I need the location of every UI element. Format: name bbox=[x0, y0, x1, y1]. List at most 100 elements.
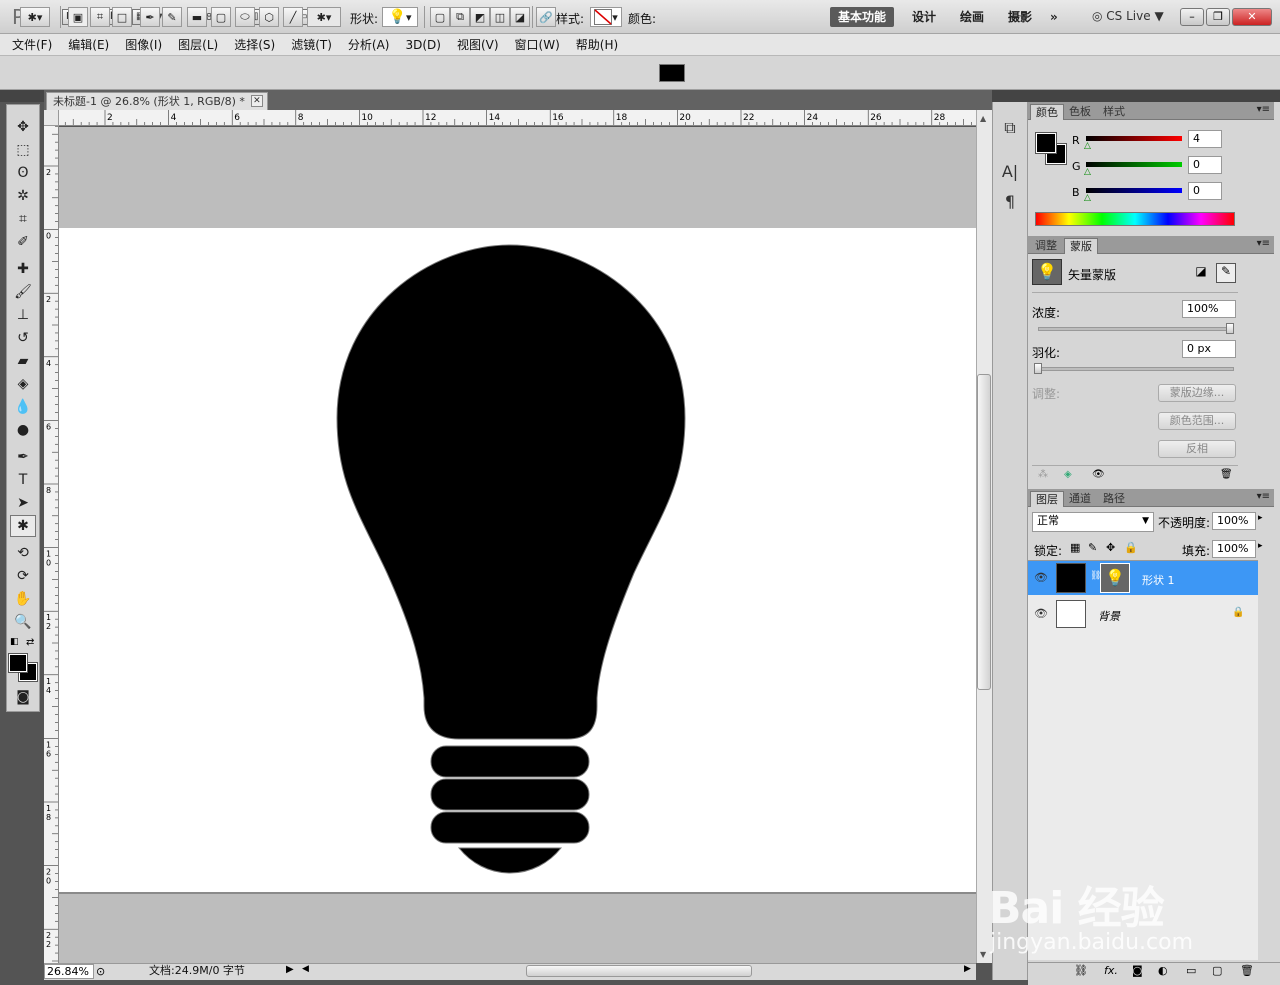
zoom-field[interactable]: 26.84% bbox=[44, 964, 94, 979]
menu-layer[interactable]: 图层(L) bbox=[178, 36, 218, 53]
maximize-button[interactable]: ❐ bbox=[1206, 8, 1230, 26]
apply-mask-icon[interactable]: ◈ bbox=[1064, 469, 1072, 480]
marquee-tool-icon[interactable]: ⬚ bbox=[10, 139, 36, 161]
history-panel-icon[interactable]: ⧉ bbox=[998, 118, 1022, 140]
close-document-icon[interactable]: ✕ bbox=[250, 95, 263, 107]
minimize-button[interactable]: – bbox=[1180, 8, 1204, 26]
opacity-field[interactable]: 100% bbox=[1212, 512, 1256, 530]
density-field[interactable]: 100% bbox=[1182, 300, 1236, 318]
b-slider[interactable] bbox=[1086, 188, 1182, 193]
shape-layers-mode-button[interactable]: ▣ bbox=[68, 7, 88, 27]
more-workspaces-icon[interactable]: » bbox=[1042, 7, 1066, 27]
workspace-painting[interactable]: 绘画 bbox=[952, 7, 992, 27]
b-value-field[interactable]: 0 bbox=[1188, 182, 1222, 200]
subtract-shape-icon[interactable]: ◩ bbox=[470, 7, 490, 27]
lock-pixels-icon[interactable]: ✎ bbox=[1088, 541, 1097, 554]
fill-field[interactable]: 100% bbox=[1212, 540, 1256, 558]
character-panel-icon[interactable]: A| bbox=[998, 162, 1022, 184]
type-tool-icon[interactable]: T bbox=[10, 469, 36, 491]
lightbulb-shape[interactable] bbox=[59, 228, 976, 892]
scroll-left-icon[interactable]: ◀ bbox=[302, 964, 309, 974]
color-spectrum-bar[interactable] bbox=[1035, 212, 1235, 226]
menu-view[interactable]: 视图(V) bbox=[457, 36, 499, 53]
freeform-pen-icon[interactable]: ✎ bbox=[162, 7, 182, 27]
rectangle-tool-icon[interactable]: ▬ bbox=[187, 7, 207, 27]
g-slider-thumb[interactable]: △ bbox=[1084, 167, 1091, 177]
eyedropper-icon[interactable]: ✐ bbox=[10, 231, 36, 253]
menu-file[interactable]: 文件(F) bbox=[12, 36, 52, 53]
horizontal-scroll-thumb[interactable] bbox=[526, 965, 752, 977]
workspace-essentials[interactable]: 基本功能 bbox=[830, 7, 895, 27]
add-mask-icon[interactable]: ◙ bbox=[1132, 964, 1143, 977]
add-to-shape-icon[interactable]: ⧉ bbox=[450, 7, 470, 27]
layer-style-fx-icon[interactable]: fx. bbox=[1104, 964, 1118, 977]
layer-row-background[interactable]: 👁 背景 🔒 bbox=[1028, 597, 1258, 631]
color-foreground-swatch[interactable] bbox=[1035, 132, 1057, 154]
healing-brush-icon[interactable]: ✚ bbox=[10, 258, 36, 280]
crop-tool-icon[interactable]: ⌗ bbox=[10, 208, 36, 230]
foreground-color-swatch[interactable] bbox=[8, 653, 28, 673]
move-tool-icon[interactable]: ✥ bbox=[10, 116, 36, 138]
pen-tool-icon[interactable]: ✒ bbox=[140, 7, 160, 27]
density-slider[interactable] bbox=[1038, 327, 1234, 331]
close-window-button[interactable]: ✕ bbox=[1232, 8, 1272, 26]
paragraph-panel-icon[interactable]: ¶ bbox=[998, 192, 1022, 214]
menu-edit[interactable]: 编辑(E) bbox=[68, 36, 109, 53]
workspace-photography[interactable]: 摄影 bbox=[1000, 7, 1040, 27]
status-menu-arrow-icon[interactable]: ▶ bbox=[286, 964, 294, 975]
tool-preset-picker[interactable]: ✱▾ bbox=[20, 7, 50, 27]
vertical-ruler[interactable]: 20246810121416182022 bbox=[44, 126, 59, 963]
blend-mode-select[interactable]: 正常 ▼ bbox=[1032, 512, 1154, 532]
custom-shape-tool-icon[interactable]: ✱▾ bbox=[307, 7, 341, 27]
lock-position-icon[interactable]: ✥ bbox=[1106, 541, 1115, 554]
hand-tool-icon[interactable]: ✋ bbox=[10, 588, 36, 610]
dodge-tool-icon[interactable]: ● bbox=[10, 419, 36, 441]
zoom-tool-icon[interactable]: 🔍 bbox=[10, 611, 36, 633]
menu-filter[interactable]: 滤镜(T) bbox=[291, 36, 332, 53]
eraser-icon[interactable]: ▰ bbox=[10, 350, 36, 372]
brush-tool-icon[interactable]: 🖌 bbox=[10, 281, 36, 303]
color-swatch[interactable] bbox=[659, 64, 685, 82]
panel-menu-icon[interactable]: ▾≡ bbox=[1257, 238, 1270, 249]
document-tab[interactable]: 未标题-1 @ 26.8% (形状 1, RGB/8) * ✕ bbox=[46, 92, 268, 110]
shape-picker[interactable]: 💡 ▾ bbox=[382, 7, 418, 27]
b-slider-thumb[interactable]: △ bbox=[1084, 193, 1091, 203]
3d-rotate-icon[interactable]: ⟲ bbox=[10, 542, 36, 564]
menu-image[interactable]: 图像(I) bbox=[125, 36, 162, 53]
mask-edge-button[interactable]: 蒙版边缘... bbox=[1158, 384, 1236, 402]
paint-bucket-icon[interactable]: ◈ bbox=[10, 373, 36, 395]
fill-arrow-icon[interactable]: ▸ bbox=[1258, 541, 1263, 551]
panel-menu-icon[interactable]: ▾≡ bbox=[1257, 491, 1270, 502]
default-colors-icon[interactable]: ◧ bbox=[10, 637, 19, 647]
r-slider[interactable] bbox=[1086, 136, 1182, 141]
g-slider[interactable] bbox=[1086, 162, 1182, 167]
intersect-shape-icon[interactable]: ◫ bbox=[490, 7, 510, 27]
custom-shape-tool-icon[interactable]: ✱ bbox=[10, 515, 36, 537]
tab-adjustments[interactable]: 调整 bbox=[1030, 238, 1062, 254]
opacity-arrow-icon[interactable]: ▸ bbox=[1258, 513, 1263, 523]
line-tool-icon[interactable]: ╱ bbox=[283, 7, 303, 27]
pixel-mask-icon[interactable]: ◪ bbox=[1192, 264, 1210, 282]
style-picker[interactable]: ▾ bbox=[590, 7, 622, 27]
tab-swatches[interactable]: 色板 bbox=[1064, 104, 1096, 120]
tab-paths[interactable]: 路径 bbox=[1098, 491, 1130, 507]
quick-mask-icon[interactable]: ◙ bbox=[10, 686, 36, 708]
quick-selection-icon[interactable]: ✲ bbox=[10, 185, 36, 207]
path-selection-icon[interactable]: ➤ bbox=[10, 492, 36, 514]
visibility-eye-icon[interactable]: 👁 bbox=[1034, 571, 1048, 584]
lock-transparency-icon[interactable]: ▦ bbox=[1070, 541, 1080, 554]
workspace-design[interactable]: 设计 bbox=[904, 7, 944, 27]
tab-channels[interactable]: 通道 bbox=[1064, 491, 1096, 507]
new-layer-icon[interactable]: ▢ bbox=[1212, 964, 1222, 977]
adjustment-layer-icon[interactable]: ◐ bbox=[1158, 964, 1168, 977]
scroll-up-icon[interactable]: ▲ bbox=[980, 114, 986, 123]
3d-orbit-icon[interactable]: ⟳ bbox=[10, 565, 36, 587]
fill-pixels-mode-button[interactable]: □ bbox=[112, 7, 132, 27]
menu-analysis[interactable]: 分析(A) bbox=[348, 36, 390, 53]
load-selection-icon[interactable]: ⁂ bbox=[1038, 469, 1048, 480]
color-range-button[interactable]: 颜色范围... bbox=[1158, 412, 1236, 430]
lasso-tool-icon[interactable]: ʘ bbox=[10, 162, 36, 184]
new-shape-layer-icon[interactable]: ▢ bbox=[430, 7, 450, 27]
history-brush-icon[interactable]: ↺ bbox=[10, 327, 36, 349]
feather-slider[interactable] bbox=[1038, 367, 1234, 371]
